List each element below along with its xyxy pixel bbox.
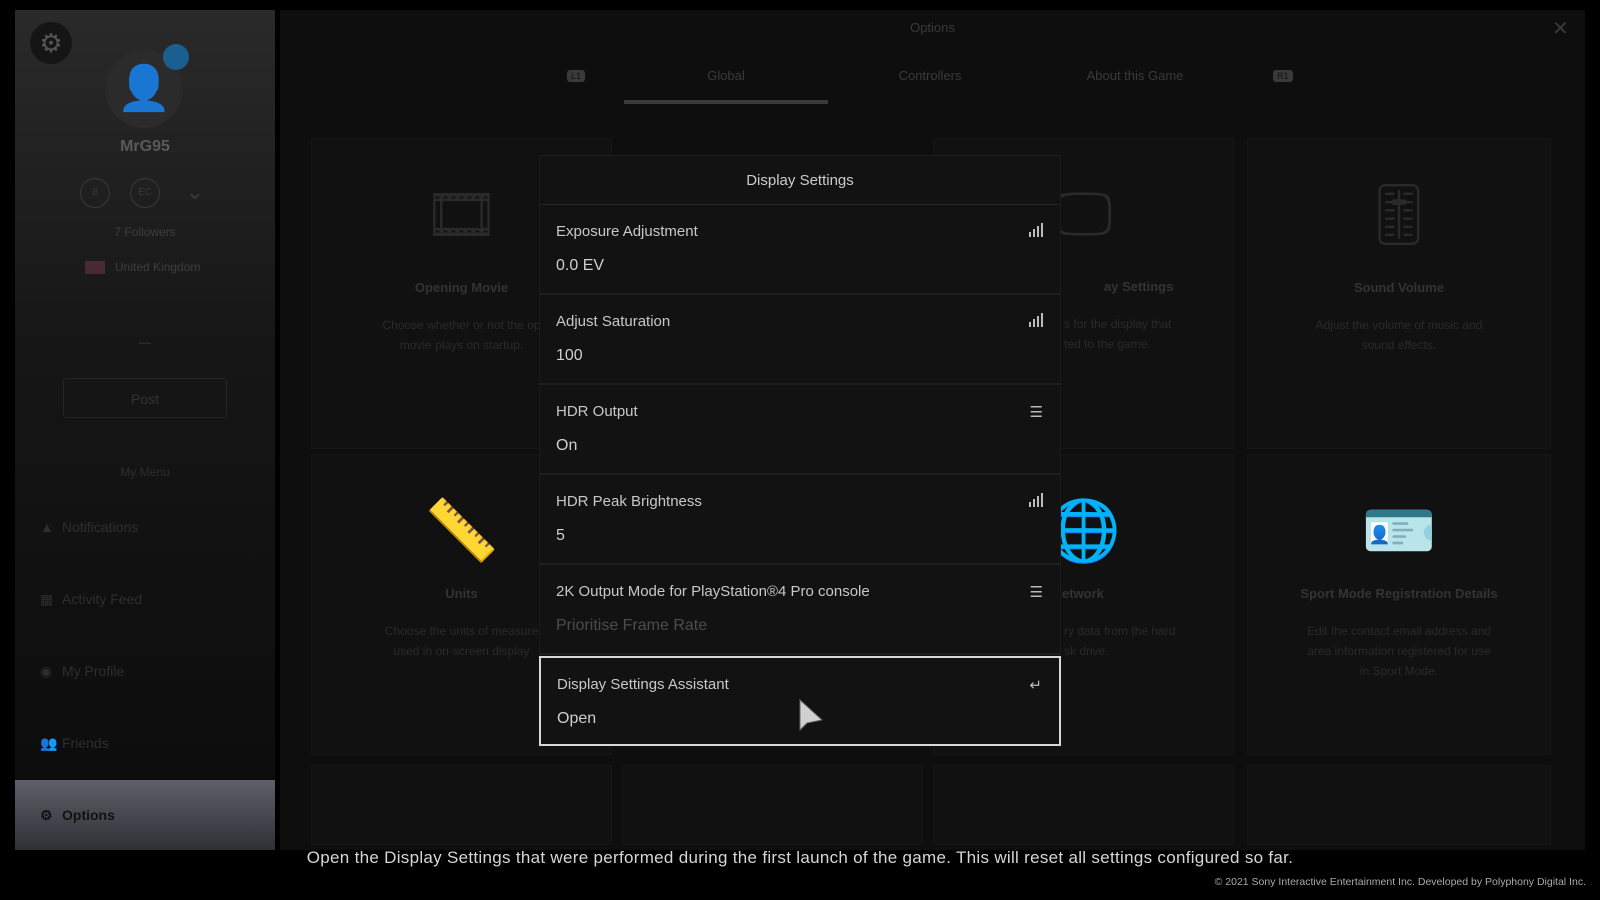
row-label: Display Settings Assistant — [557, 676, 729, 693]
close-icon[interactable]: ✕ — [1552, 16, 1569, 41]
row-value: On — [556, 437, 578, 454]
mouse-cursor-icon — [799, 698, 824, 732]
copyright: © 2021 Sony Interactive Entertainment In… — [1214, 876, 1586, 888]
card-sound-volume[interactable]: 🎚 Sound Volume Adjust the volume of musi… — [1247, 138, 1551, 449]
card-desc: ted to the game. — [1064, 337, 1151, 351]
page-title: Options — [910, 20, 955, 35]
row-label: 2K Output Mode for PlayStation®4 Pro con… — [556, 583, 870, 600]
2k-output-mode-row: 2K Output Mode for PlayStation®4 Pro con… — [540, 565, 1060, 655]
bell-icon: ▲ — [40, 519, 54, 535]
card[interactable] — [933, 765, 1234, 845]
gear-icon: ⚙ — [40, 807, 53, 823]
active-tab-indicator — [624, 100, 828, 104]
sidebar-item-my-profile[interactable]: ◉ My Profile — [15, 651, 275, 691]
row-label: HDR Peak Brightness — [556, 493, 702, 510]
profile-icon: ◉ — [40, 663, 53, 679]
help-text: Open the Display Settings that were perf… — [306, 848, 1294, 867]
l1-button-icon[interactable]: L1 — [567, 70, 586, 82]
card-desc: Edit the contact email address and — [1306, 624, 1492, 638]
r1-button-icon[interactable]: R1 — [1273, 70, 1293, 82]
slider-bars-icon — [1029, 313, 1043, 327]
contact-card-icon: 🪪 — [1361, 497, 1437, 564]
tab-global[interactable]: Global — [624, 68, 828, 83]
row-label: HDR Output — [556, 403, 638, 420]
sidebar-item-options[interactable]: ⚙ Options — [15, 780, 275, 850]
feed-icon: ▦ — [40, 591, 54, 607]
list-icon: ☰ — [1029, 584, 1043, 601]
username: MrG95 — [120, 138, 170, 155]
card-title: Sound Volume — [1353, 280, 1445, 295]
sidebar-item-label: My Profile — [62, 663, 125, 679]
row-label: Adjust Saturation — [556, 313, 671, 330]
sidebar-item-notifications[interactable]: ▲ Notifications — [15, 507, 275, 547]
card[interactable] — [622, 765, 923, 845]
row-label: Exposure Adjustment — [556, 223, 698, 240]
slider-bars-icon — [1029, 493, 1043, 507]
sidebar-item-label: Activity Feed — [62, 591, 143, 607]
sidebar-item-activity-feed[interactable]: ▦ Activity Feed — [15, 579, 275, 619]
trophy-badge-icon: ⌄ — [185, 179, 205, 204]
dialog-title: Display Settings — [540, 156, 1060, 205]
row-value: 100 — [556, 347, 583, 364]
sidebar-item-friends[interactable]: 👥 Friends — [15, 723, 275, 763]
list-icon: ☰ — [1029, 404, 1043, 421]
card[interactable] — [1247, 765, 1551, 845]
uk-flag-icon — [85, 260, 105, 275]
tab-controllers[interactable]: Controllers — [828, 68, 1032, 83]
card-sport-mode[interactable]: 🪪 Sport Mode Registration Details Edit t… — [1247, 454, 1551, 755]
row-value: 0.0 EV — [556, 257, 605, 274]
card-desc: area information registered for use — [1307, 644, 1491, 658]
card-desc: s for the display that — [1064, 317, 1172, 331]
rank-badge: EC — [130, 178, 160, 208]
level-badge: 8 — [80, 178, 110, 208]
plus-badge-icon — [163, 44, 189, 70]
card-title: Sport Mode Registration Details — [1300, 586, 1498, 601]
tab-about-this-game[interactable]: About this Game — [1033, 68, 1237, 83]
mixer-icon: 🎚 — [1360, 181, 1438, 248]
card-desc: sk drive. — [1064, 644, 1109, 658]
card-desc: in Sport Mode. — [1359, 664, 1439, 678]
country: United Kingdom — [115, 260, 201, 274]
row-value: 5 — [556, 527, 565, 544]
hdr-peak-brightness-row[interactable]: HDR Peak Brightness 5 — [540, 475, 1060, 565]
adjust-saturation-row[interactable]: Adjust Saturation 100 — [540, 295, 1060, 385]
card-desc: sound effects. — [1361, 338, 1437, 352]
friends-icon: 👥 — [40, 735, 58, 751]
display-settings-dialog: Display Settings Exposure Adjustment 0.0… — [539, 155, 1061, 746]
divider: — — [139, 335, 151, 349]
sidebar-item-label: Notifications — [62, 519, 139, 535]
sidebar-item-label: Options — [62, 807, 115, 823]
card[interactable] — [311, 765, 612, 845]
card-desc: ry data from the hard — [1064, 624, 1176, 638]
card-desc: Adjust the volume of music and — [1315, 318, 1483, 332]
followers-count[interactable]: 7 Followers — [15, 225, 275, 239]
slider-bars-icon — [1029, 223, 1043, 237]
settings-gear-icon[interactable]: ⚙ — [30, 22, 72, 64]
menu-heading: My Menu — [120, 465, 170, 479]
row-value: Prioritise Frame Rate — [556, 617, 708, 634]
exposure-adjustment-row[interactable]: Exposure Adjustment 0.0 EV — [540, 205, 1060, 295]
post-button[interactable]: Post — [63, 378, 227, 418]
hdr-output-row[interactable]: HDR Output On ☰ — [540, 385, 1060, 475]
enter-icon: ↵ — [1029, 677, 1042, 694]
sidebar-item-label: Friends — [62, 735, 109, 751]
